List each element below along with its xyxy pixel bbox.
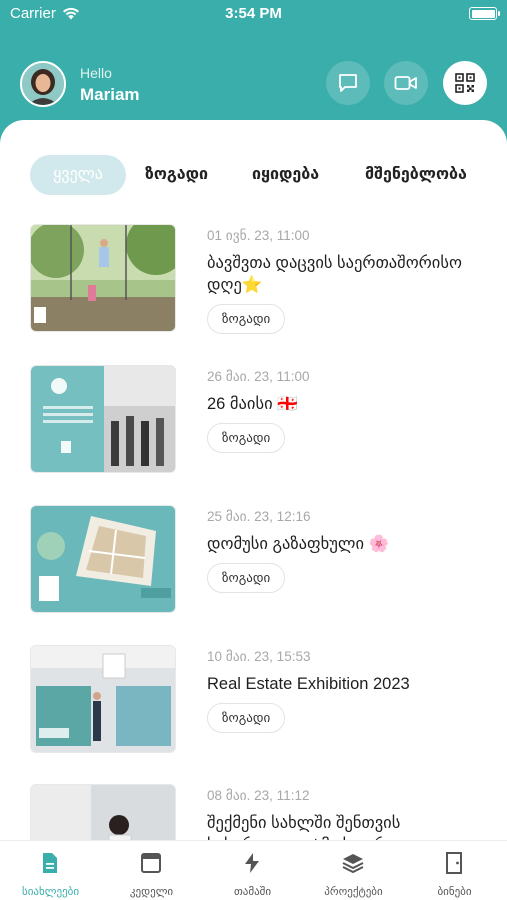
news-tag[interactable]: ზოგადი — [207, 703, 286, 733]
nav-wall[interactable]: კედელი — [101, 841, 202, 900]
news-title: დომუსი გაზაფხული 🌸 — [207, 535, 390, 553]
tab-for-sale[interactable]: იყიდება — [252, 155, 319, 195]
news-title: შექმენი სახლში შენთვის სასურველი ატმოსფე… — [207, 814, 401, 840]
news-tag[interactable]: ზოგადი — [207, 563, 286, 593]
status-time: 3:54 PM — [225, 5, 282, 22]
tab-all[interactable]: ყველა — [30, 155, 126, 195]
video-call-button[interactable] — [384, 61, 428, 105]
news-title: ბავშვთა დაცვის საერთაშორისო დღე⭐ — [207, 254, 462, 294]
news-thumbnail[interactable] — [30, 505, 176, 613]
news-thumbnail[interactable] — [30, 645, 176, 753]
status-bar: Carrier 3:54 PM — [0, 0, 507, 30]
news-title: Real Estate Exhibition 2023 — [207, 675, 410, 693]
nav-game[interactable]: თამაში — [202, 841, 303, 900]
nav-label: კედელი — [129, 886, 174, 898]
news-title: 26 მაისი 🇬🇪 — [207, 395, 298, 413]
news-tag[interactable]: ზოგადი — [207, 423, 286, 453]
avatar[interactable] — [20, 61, 66, 107]
news-date: 10 მაი. 23, 15:53 — [207, 649, 311, 664]
content-sheet: ყველა ზოგადი იყიდება მშენებლობა 01 ივნ. … — [0, 120, 507, 840]
news-tag[interactable]: ზოგადი — [207, 304, 286, 334]
greeting-label: Hello — [80, 65, 112, 81]
news-thumbnail[interactable] — [30, 784, 176, 840]
nav-label: თამაში — [233, 886, 272, 898]
user-name: Mariam — [80, 85, 140, 104]
category-tabs: ყველა ზოგადი იყიდება მშენებლობა — [0, 155, 507, 195]
lightning-icon — [245, 853, 259, 873]
nav-news[interactable]: სიახლეები — [0, 841, 101, 900]
news-item[interactable]: 10 მაი. 23, 15:53 Real Estate Exhibition… — [0, 645, 507, 755]
nav-label: ბინები — [437, 886, 472, 898]
chat-button[interactable] — [326, 61, 370, 105]
tab-construction[interactable]: მშენებლობა — [365, 155, 467, 195]
news-date: 01 ივნ. 23, 11:00 — [207, 228, 310, 243]
nav-projects[interactable]: პროექტები — [303, 841, 404, 900]
layers-icon — [342, 854, 364, 874]
news-item[interactable]: 26 მაი. 23, 11:00 26 მაისი 🇬🇪 ზოგადი — [0, 365, 507, 475]
news-thumbnail[interactable] — [30, 365, 176, 473]
nav-label: სიახლეები — [21, 886, 80, 898]
battery-icon — [469, 7, 500, 20]
nav-label: პროექტები — [324, 886, 383, 898]
news-date: 26 მაი. 23, 11:00 — [207, 369, 310, 384]
qr-code-icon — [455, 73, 475, 93]
window-icon — [141, 853, 161, 873]
news-date: 25 მაი. 23, 12:16 — [207, 509, 311, 524]
news-date: 08 მაი. 23, 11:12 — [207, 788, 310, 803]
nav-apartments[interactable]: ბინები — [404, 841, 505, 900]
video-icon — [394, 76, 417, 90]
qr-code-button[interactable] — [443, 61, 487, 105]
chat-icon — [339, 74, 357, 92]
news-item[interactable]: 01 ივნ. 23, 11:00 ბავშვთა დაცვის საერთაშ… — [0, 224, 507, 334]
app-header: Hello Mariam — [0, 55, 507, 115]
news-item[interactable]: 25 მაი. 23, 12:16 დომუსი გაზაფხული 🌸 ზოგ… — [0, 505, 507, 615]
bottom-navigation: სიახლეები კედელი თამაში პროექტები ბინები — [0, 840, 507, 900]
tab-general[interactable]: ზოგადი — [145, 155, 208, 195]
door-icon — [446, 852, 462, 874]
document-icon — [43, 853, 57, 873]
news-item[interactable]: 08 მაი. 23, 11:12 შექმენი სახლში შენთვის… — [0, 784, 507, 840]
news-thumbnail[interactable] — [30, 224, 176, 332]
